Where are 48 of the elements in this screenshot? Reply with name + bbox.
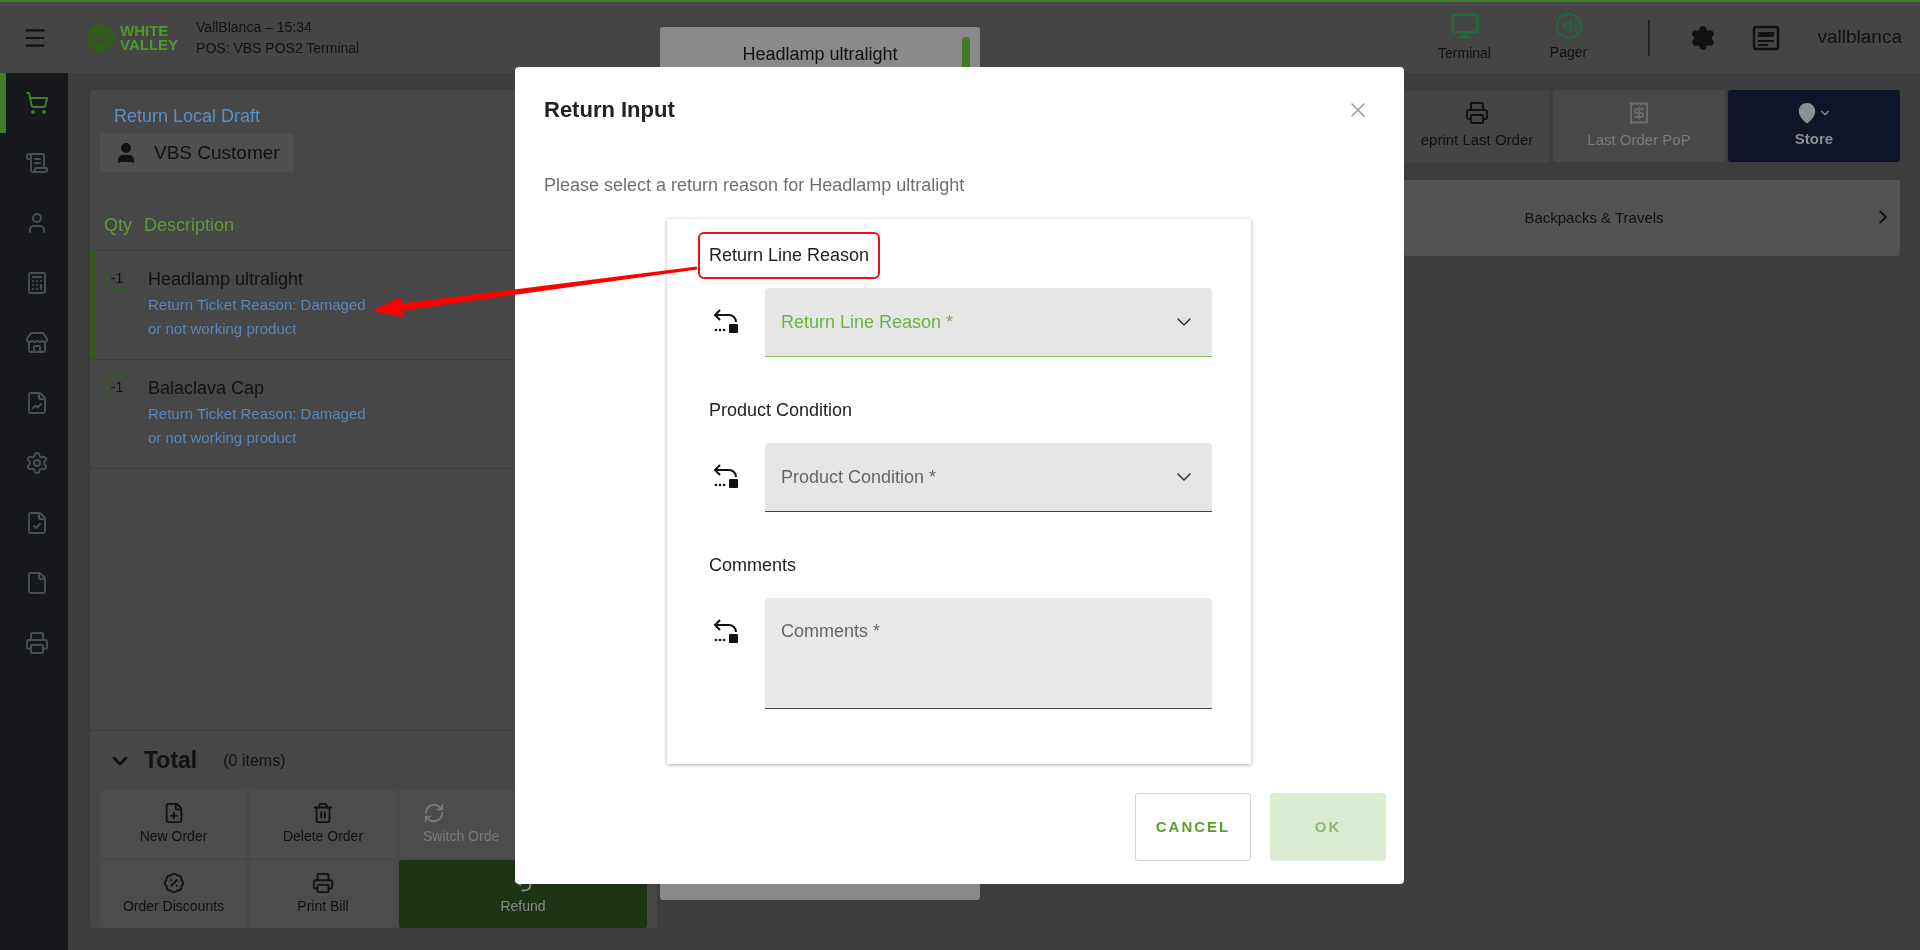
column-header: Description xyxy=(144,214,235,237)
trash-icon xyxy=(312,801,334,824)
document-icon xyxy=(25,571,49,595)
select-field[interactable]: Return Line Reason * xyxy=(765,288,1212,357)
settings-icon[interactable] xyxy=(1689,24,1716,51)
order-action-button[interactable]: Order Discounts xyxy=(100,860,247,928)
order-action-button[interactable]: Delete Order xyxy=(249,790,397,858)
customer-button[interactable]: VBS Customer xyxy=(100,134,294,172)
cash-register-icon xyxy=(25,271,49,295)
printer-icon xyxy=(312,871,334,894)
brand-name: WHITE xyxy=(120,23,170,38)
cart-icon xyxy=(25,91,49,115)
logo-icon xyxy=(86,22,116,53)
checked-document-icon xyxy=(25,511,49,535)
speaker-icon xyxy=(1554,12,1583,40)
ticket-title: Return Local Draft xyxy=(114,105,261,128)
brand-name: VALLEY xyxy=(120,37,179,52)
receipt-icon xyxy=(1627,100,1651,125)
percent-badge-icon xyxy=(162,871,185,894)
settings-icon xyxy=(25,451,49,475)
refresh-icon xyxy=(423,801,445,824)
printer-icon xyxy=(25,631,49,655)
return-arrow-icon xyxy=(712,306,740,334)
category-button[interactable]: Backpacks & Travels xyxy=(1404,180,1900,256)
return-reason: Return Ticket Reason: Damaged or not working product xyxy=(148,295,367,339)
field-label: Return Line Reason xyxy=(698,232,881,279)
order-action-button[interactable]: Print Bill xyxy=(249,860,397,928)
self-checkout-icon[interactable] xyxy=(1751,24,1780,51)
product-title: Headlamp ultralight xyxy=(742,43,898,66)
location-pin-icon xyxy=(1796,101,1832,124)
dialog-title: Return Input xyxy=(544,96,675,124)
store-icon xyxy=(25,331,49,355)
store-button[interactable]: Store xyxy=(1728,90,1900,162)
field-label: Product Condition xyxy=(708,399,854,422)
cancel-button[interactable]: CANCEL xyxy=(1135,793,1251,861)
field-label: Comments xyxy=(708,554,798,577)
return-arrow-icon xyxy=(712,461,740,489)
return-arrow-icon xyxy=(712,616,740,644)
monitor-icon xyxy=(1449,11,1480,41)
select-field[interactable]: Product Condition * xyxy=(765,443,1212,512)
return-reason: Return Ticket Reason: Damaged or not working product xyxy=(148,404,367,448)
order-action-button[interactable]: New Order xyxy=(100,790,247,858)
printer-icon xyxy=(1465,100,1489,125)
dialog-message: Please select a return reason for Headlamp ultralight xyxy=(544,174,966,197)
column-header: Qty xyxy=(104,214,132,237)
comments-field[interactable]: Comments * xyxy=(765,598,1212,709)
chart-document-icon xyxy=(25,391,49,415)
receipt-icon xyxy=(25,151,49,175)
